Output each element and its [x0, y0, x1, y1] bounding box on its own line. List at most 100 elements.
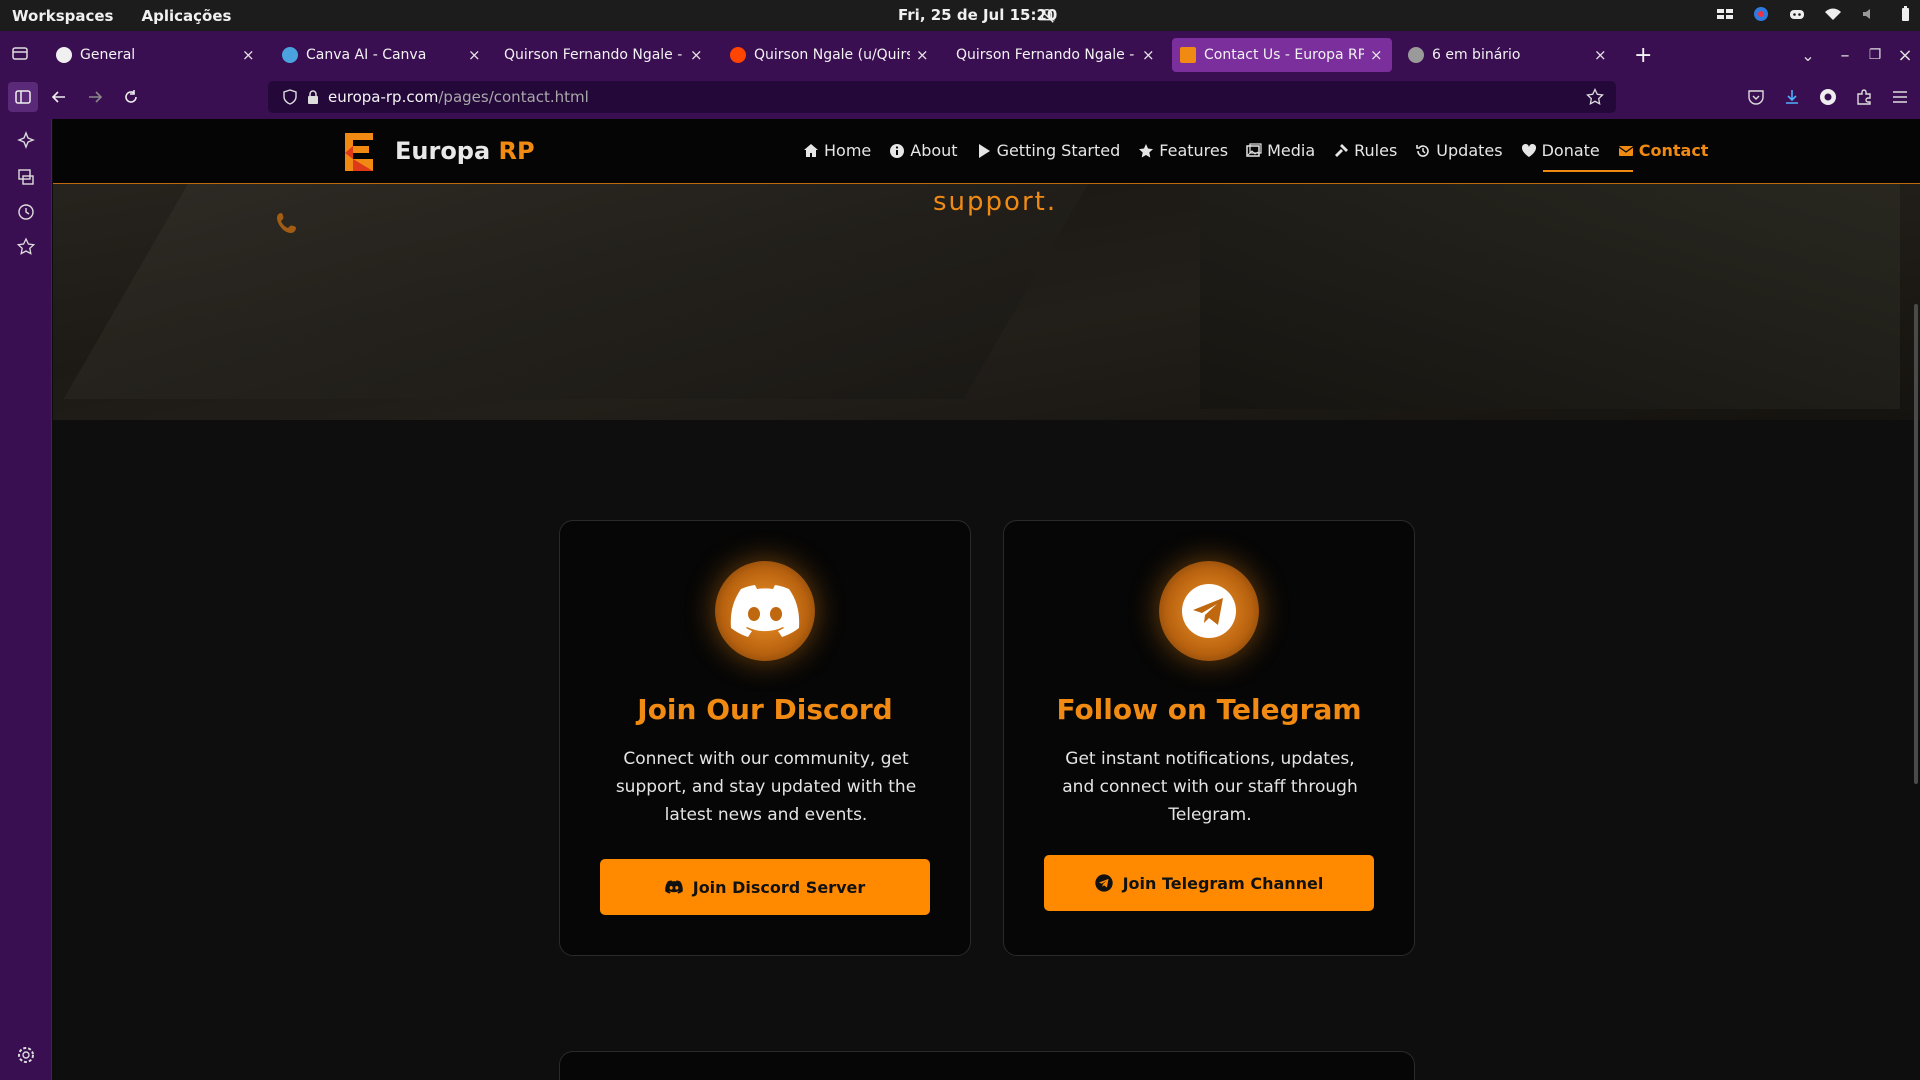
notifications-muted-icon[interactable] [1038, 7, 1056, 25]
history-icon[interactable] [16, 202, 36, 222]
hero-text: support. [933, 187, 1058, 217]
nav-label: Updates [1436, 141, 1503, 160]
telegram-description: Get instant notifications, updates, and … [1062, 749, 1358, 825]
menu-icon[interactable] [1888, 82, 1912, 112]
lock-icon[interactable] [306, 89, 320, 105]
tab-title: Canva AI - Canva [306, 47, 427, 63]
site-header: Europa RP Home About Getting Started Fea… [53, 119, 1920, 184]
site-icon [1408, 47, 1424, 63]
nav-about[interactable]: About [889, 141, 958, 160]
discord-icon [715, 561, 815, 661]
url-host: europa-rp.com [328, 88, 439, 106]
tab-general[interactable]: General × [48, 38, 264, 72]
downloads-icon[interactable] [1780, 82, 1804, 112]
synced-tabs-icon[interactable] [16, 167, 36, 187]
tab-reddit[interactable]: Quirson Ngale (u/Quirson_N × [722, 38, 938, 72]
button-label: Join Discord Server [692, 877, 866, 897]
nav-rules[interactable]: Rules [1333, 141, 1397, 160]
brand-suffix: RP [498, 137, 535, 165]
account-icon[interactable] [1816, 82, 1840, 112]
discord-card: Join Our Discord Connect with our commun… [559, 520, 971, 956]
images-icon [1246, 142, 1262, 157]
tab-contact-europa[interactable]: Contact Us - Europa RP × [1172, 38, 1392, 72]
window-grid-icon[interactable] [1716, 5, 1734, 23]
contact-form-card [559, 1051, 1415, 1080]
nav-label: Donate [1541, 141, 1600, 160]
page-scrollbar[interactable] [1914, 304, 1918, 784]
page-viewport: support. Europa RP Home About Getting St… [53, 119, 1920, 1080]
tab-binario[interactable]: 6 em binário × [1400, 38, 1616, 72]
europa-logo-icon[interactable] [343, 131, 375, 173]
close-tab-icon[interactable]: × [242, 46, 256, 64]
close-window-icon[interactable]: × [1890, 45, 1920, 66]
nav-label: Rules [1354, 141, 1398, 160]
github-icon [56, 47, 72, 63]
nav-contact[interactable]: Contact [1618, 141, 1709, 160]
tab-title: Quirson Fernando Ngale - Full S [504, 47, 684, 63]
tab-portfolio[interactable]: Quirson Fernando Ngale - Full S × [496, 38, 712, 72]
battery-icon[interactable] [1896, 5, 1914, 23]
tab-title: General [80, 47, 136, 63]
system-tray [1716, 5, 1914, 23]
nav-label: Getting Started [996, 141, 1121, 160]
restore-icon[interactable]: ❐ [1860, 47, 1890, 63]
nav-features[interactable]: Features [1138, 141, 1228, 160]
history-icon [1416, 144, 1430, 157]
nav-label: Contact [1638, 141, 1709, 160]
join-discord-button[interactable]: Join Discord Server [600, 859, 930, 915]
close-tab-icon[interactable]: × [468, 46, 482, 64]
window-controls: ⌄ – ❐ × [1786, 38, 1920, 72]
nav-label: Media [1267, 141, 1316, 160]
nav-media[interactable]: Media [1246, 141, 1315, 160]
reload-icon[interactable] [116, 82, 146, 112]
bookmark-star-icon[interactable] [1586, 88, 1604, 106]
brand-word: Europa [395, 137, 491, 165]
close-tab-icon[interactable]: × [1594, 46, 1608, 64]
address-bar[interactable]: europa-rp.com/pages/contact.html [268, 81, 1616, 113]
telegram-icon [1159, 561, 1259, 661]
reddit-icon [730, 47, 746, 63]
play-icon [978, 143, 990, 158]
pocket-icon[interactable] [1744, 82, 1768, 112]
settings-gear-icon[interactable] [16, 1045, 36, 1065]
telegram-title: Follow on Telegram [1056, 693, 1362, 726]
nav-donate[interactable]: Donate [1521, 141, 1600, 160]
nav-home[interactable]: Home [803, 141, 871, 160]
nav-label: Home [824, 141, 872, 160]
close-tab-icon[interactable]: × [690, 46, 704, 64]
shield-icon[interactable] [282, 89, 298, 105]
nav-getting-started[interactable]: Getting Started [976, 141, 1121, 160]
discord-tray-icon[interactable] [1788, 5, 1806, 23]
nav-label: About [910, 141, 958, 160]
tab-overview-icon[interactable] [0, 31, 40, 74]
close-tab-icon[interactable]: × [916, 46, 930, 64]
clock[interactable]: Fri, 25 de Jul 15:20 [898, 6, 1057, 24]
new-tab-button[interactable]: + [1626, 38, 1654, 72]
back-icon[interactable] [44, 82, 74, 112]
brand-name[interactable]: Europa RP [395, 137, 535, 165]
tab-list-icon[interactable]: ⌄ [1786, 46, 1830, 65]
bookmarks-icon[interactable] [16, 237, 36, 257]
tab-linkedin[interactable]: Quirson Fernando Ngale - Dese × [948, 38, 1164, 72]
tab-title: Quirson Fernando Ngale - Dese [956, 47, 1136, 63]
active-nav-indicator [1543, 170, 1633, 172]
sidebar-toggle-icon[interactable] [8, 82, 38, 112]
workspaces-button[interactable]: Workspaces [12, 7, 113, 25]
join-telegram-button[interactable]: Join Telegram Channel [1044, 855, 1374, 911]
tab-title: Quirson Ngale (u/Quirson_N [754, 47, 910, 63]
close-tab-icon[interactable]: × [1142, 46, 1156, 64]
tab-canva[interactable]: Canva AI - Canva × [274, 38, 490, 72]
applications-menu[interactable]: Aplicações [141, 7, 231, 25]
extensions-icon[interactable] [1852, 82, 1876, 112]
volume-muted-icon[interactable] [1860, 5, 1878, 23]
chrome-tray-icon[interactable] [1752, 5, 1770, 23]
home-icon [804, 143, 818, 157]
button-label: Join Telegram Channel [1122, 873, 1324, 893]
wifi-icon[interactable] [1824, 5, 1842, 23]
minimize-icon[interactable]: – [1830, 45, 1860, 66]
forward-icon[interactable] [80, 82, 110, 112]
toolbar-actions [1744, 82, 1912, 112]
ai-chatbot-icon[interactable] [16, 131, 36, 151]
close-tab-icon[interactable]: × [1370, 46, 1384, 64]
nav-updates[interactable]: Updates [1415, 141, 1503, 160]
